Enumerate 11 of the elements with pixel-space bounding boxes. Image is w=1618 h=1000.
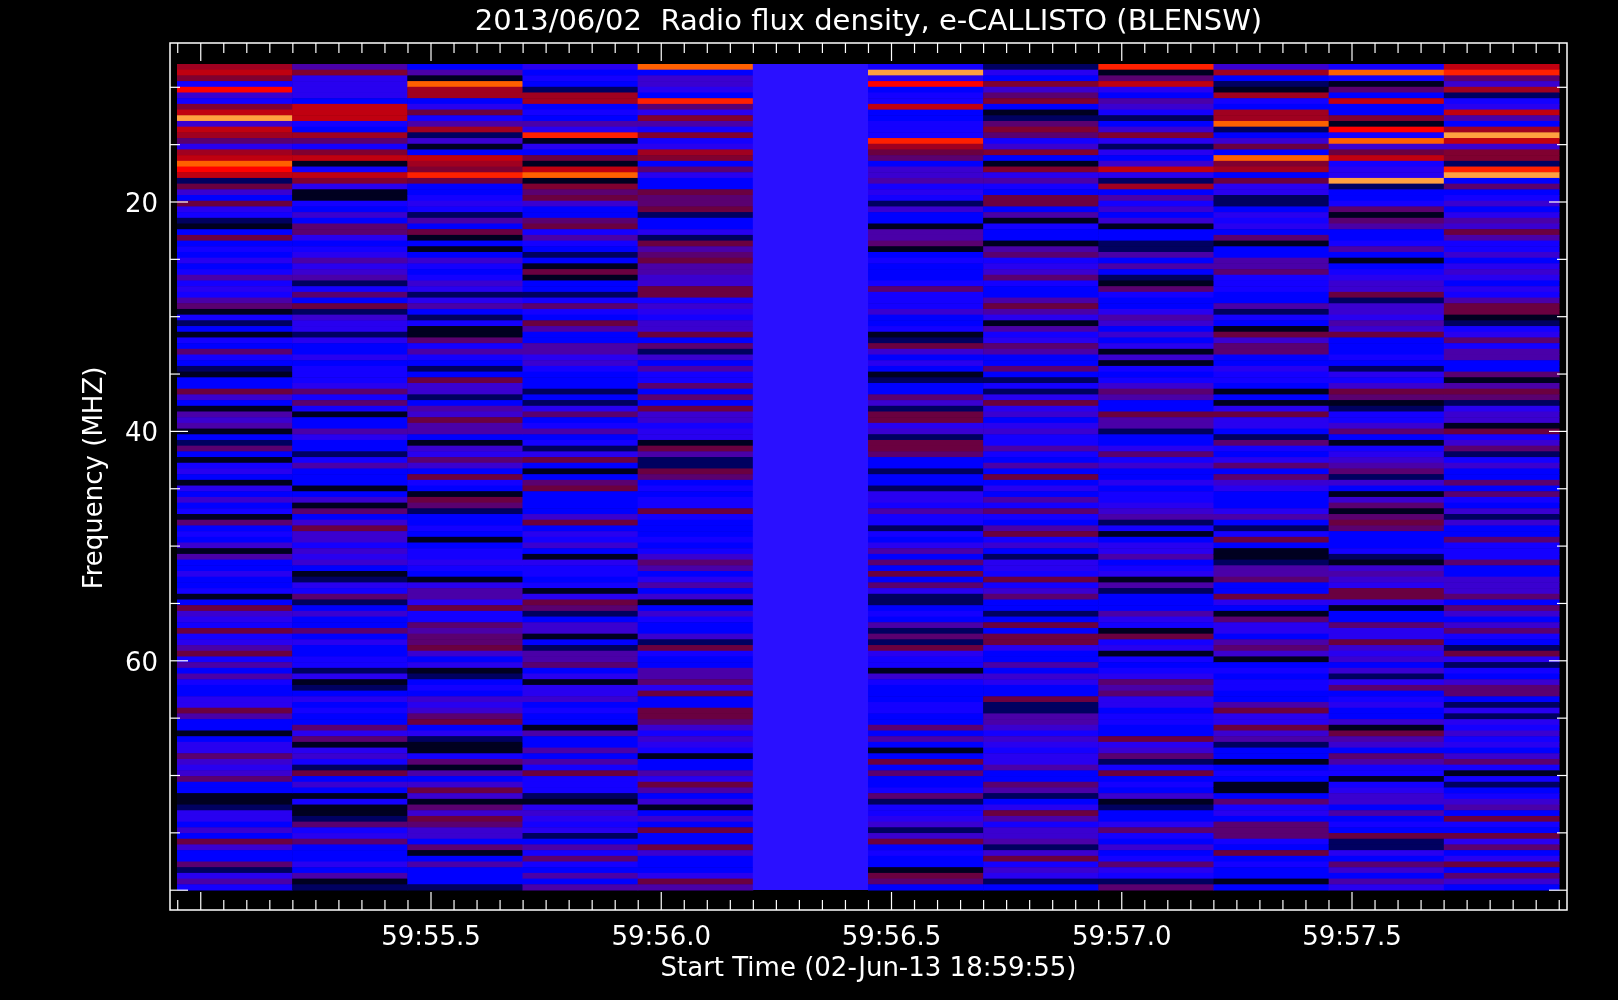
x-tick-label: 59:56.5 xyxy=(841,921,942,951)
x-tick-label: 59:57.5 xyxy=(1302,921,1402,951)
y-tick-label: 40 xyxy=(124,417,158,448)
x-axis-label: Start Time (02-Jun-13 18:59:55) xyxy=(660,952,1077,982)
chart-title: 2013/06/02 Radio flux density, e-CALLISTO (BLENSW) xyxy=(474,3,1263,37)
x-tick-label: 59:57.0 xyxy=(1071,921,1172,951)
y-axis-label: Frequency (MHZ) xyxy=(78,366,108,590)
y-tick-label: 20 xyxy=(124,188,158,218)
y-tick-label: 60 xyxy=(124,646,158,677)
x-tick-label: 59:55.5 xyxy=(381,921,481,951)
x-tick-label: 59:56.0 xyxy=(611,921,712,951)
